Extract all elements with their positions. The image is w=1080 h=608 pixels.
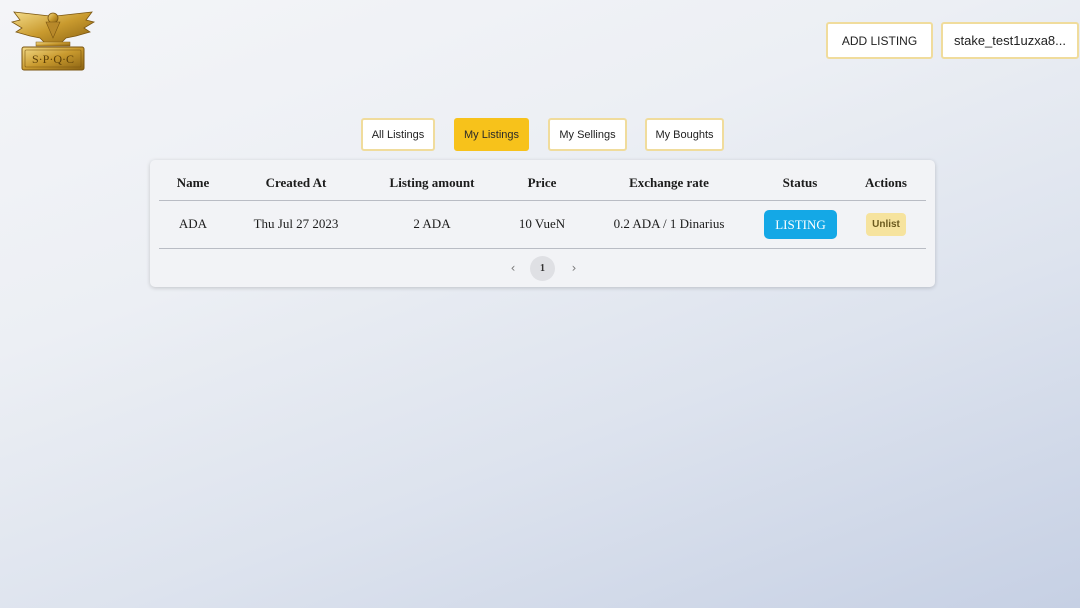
header-divider [159, 200, 926, 201]
add-listing-button[interactable]: ADD LISTING [826, 22, 933, 59]
column-header-listing-amount: Listing amount [389, 175, 475, 190]
page-button-1[interactable]: 1 [530, 256, 555, 281]
tab-my-sellings[interactable]: My Sellings [548, 118, 627, 151]
tab-my-boughts[interactable]: My Boughts [645, 118, 724, 151]
tab-my-listings[interactable]: My Listings [454, 118, 529, 151]
eagle-icon: S·P·Q·C [10, 11, 96, 71]
chevron-right-icon[interactable]: › [567, 258, 581, 278]
status-badge: LISTING [764, 210, 837, 239]
wallet-address-button[interactable]: stake_test1uzxa8... [941, 22, 1079, 59]
column-header-price: Price [527, 175, 557, 190]
column-header-exchange-rate: Exchange rate [629, 175, 709, 190]
row-created-at: Thu Jul 27 2023 [253, 216, 339, 231]
row-listing-amount: 2 ADA [413, 216, 451, 231]
column-header-name: Name [176, 175, 210, 190]
unlist-button[interactable]: Unlist [866, 213, 906, 236]
listing-tabs: All Listings My Listings My Sellings My … [0, 118, 1080, 151]
row-price: 10 VueN [518, 216, 566, 231]
row-name: ADA [178, 216, 208, 231]
chevron-left-icon[interactable]: ‹ [506, 258, 520, 278]
column-header-created-at: Created At [265, 175, 327, 190]
spqc-eagle-logo[interactable]: S·P·Q·C [6, 8, 100, 74]
listings-table: Name Created At Listing amount Price Exc… [150, 160, 935, 287]
column-header-actions: Actions [865, 175, 907, 190]
tab-all-listings[interactable]: All Listings [361, 118, 435, 151]
svg-text:S·P·Q·C: S·P·Q·C [32, 52, 74, 66]
footer-divider [159, 248, 926, 249]
row-exchange-rate: 0.2 ADA / 1 Dinarius [613, 216, 725, 231]
